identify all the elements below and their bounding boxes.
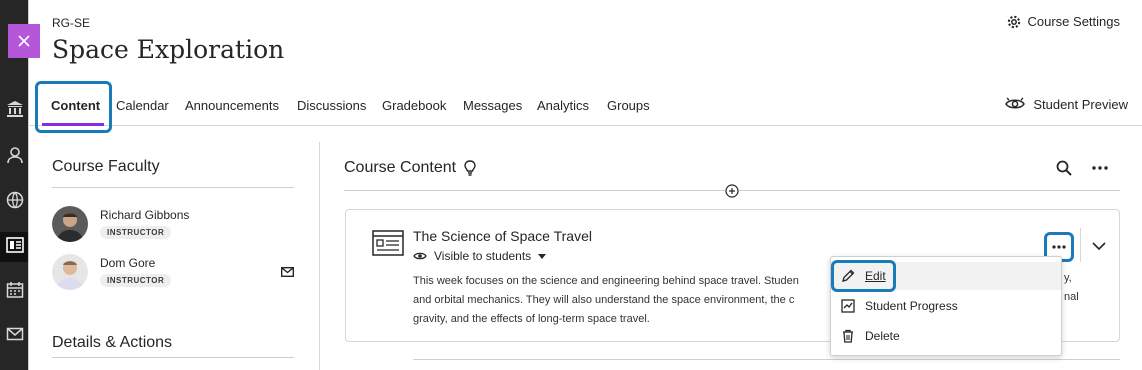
visibility-dropdown[interactable]: Visible to students	[413, 249, 547, 263]
faculty-name: Richard Gibbons	[100, 208, 190, 222]
search-icon[interactable]	[1056, 160, 1072, 176]
profile-icon[interactable]	[6, 146, 24, 164]
divider	[413, 359, 1120, 360]
lightbulb-icon[interactable]	[464, 160, 476, 176]
courses-icon[interactable]	[6, 236, 24, 254]
tab-discussions[interactable]: Discussions	[297, 98, 366, 113]
eye-icon	[413, 252, 427, 260]
add-content-icon[interactable]	[725, 184, 739, 198]
calendar-icon[interactable]	[6, 281, 24, 299]
menu-item-label: Student Progress	[865, 299, 958, 313]
visibility-label: Visible to students	[434, 249, 532, 263]
role-badge: INSTRUCTOR	[100, 226, 172, 239]
description-tail: y,	[1064, 272, 1072, 284]
column-divider	[319, 142, 320, 370]
messages-icon[interactable]	[6, 325, 24, 343]
mail-icon[interactable]	[281, 267, 294, 277]
edit-focus-ring	[831, 260, 896, 292]
course-settings-label: Course Settings	[1027, 14, 1121, 29]
gear-icon	[1007, 15, 1020, 28]
close-course-button[interactable]	[8, 24, 40, 58]
description-tail: nal	[1064, 291, 1079, 303]
institution-icon[interactable]	[6, 100, 24, 118]
menu-item-label: Delete	[865, 329, 900, 343]
avatar	[52, 206, 88, 242]
faculty-member[interactable]: Dom Gore INSTRUCTOR	[52, 254, 294, 292]
chevron-down-icon[interactable]	[1091, 240, 1107, 252]
globe-icon[interactable]	[6, 191, 24, 209]
divider	[52, 357, 294, 358]
progress-icon	[841, 299, 855, 313]
course-code: RG-SE	[52, 16, 91, 30]
divider	[1080, 228, 1081, 262]
document-icon	[372, 230, 404, 256]
student-preview-button[interactable]: Student Preview	[1005, 96, 1128, 112]
details-actions-heading: Details & Actions	[52, 334, 173, 351]
course-settings-button[interactable]: Course Settings	[1007, 14, 1121, 29]
course-content-title: Course Content	[344, 159, 457, 176]
content-item-title[interactable]: The Science of Space Travel	[413, 228, 592, 244]
preview-eye-icon	[1005, 97, 1026, 109]
menu-item-delete[interactable]: Delete	[831, 322, 1061, 350]
course-title: Space Exploration	[52, 35, 285, 64]
tab-groups[interactable]: Groups	[607, 98, 650, 113]
tab-messages[interactable]: Messages	[463, 98, 522, 113]
tab-announcements[interactable]: Announcements	[185, 98, 279, 113]
faculty-member[interactable]: Richard Gibbons INSTRUCTOR	[52, 206, 294, 244]
more-options-icon[interactable]	[1090, 160, 1110, 176]
avatar	[52, 254, 88, 290]
tab-gradebook[interactable]: Gradebook	[382, 98, 446, 113]
divider	[52, 187, 294, 188]
tab-content-focus-ring	[35, 81, 112, 133]
tab-analytics[interactable]: Analytics	[537, 98, 589, 113]
tab-calendar[interactable]: Calendar	[116, 98, 169, 113]
faculty-name: Dom Gore	[100, 256, 156, 270]
student-preview-label: Student Preview	[1033, 96, 1128, 112]
close-icon	[18, 35, 30, 47]
caret-down-icon	[538, 253, 547, 259]
menu-item-student-progress[interactable]: Student Progress	[831, 292, 1061, 320]
course-faculty-heading: Course Faculty	[52, 158, 160, 175]
role-badge: INSTRUCTOR	[100, 274, 172, 287]
course-content-heading: Course Content	[344, 159, 476, 177]
more-options-icon	[1052, 245, 1066, 249]
trash-icon	[843, 329, 853, 343]
